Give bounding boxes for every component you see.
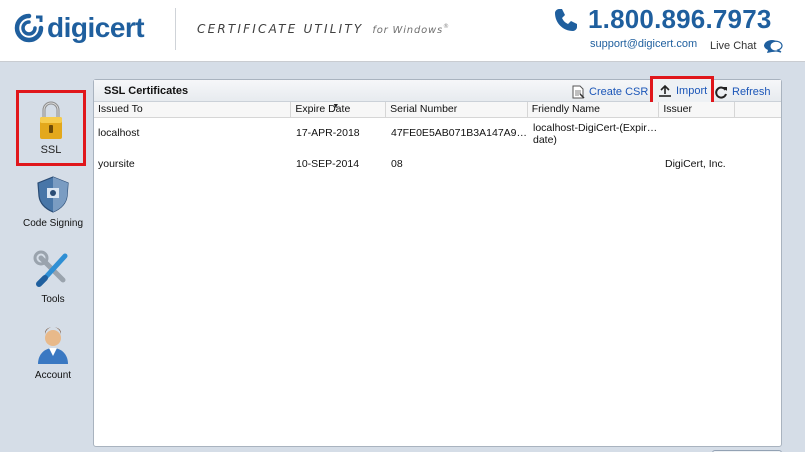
column-header-issuer[interactable]: Issuer bbox=[659, 102, 736, 117]
table-row[interactable]: localhost 17-APR-2018 47FE0E5AB071B3A147… bbox=[94, 118, 781, 156]
chat-bubble-icon bbox=[764, 40, 784, 53]
digicert-logo-icon bbox=[14, 13, 44, 43]
lock-icon-wrap bbox=[40, 101, 62, 144]
column-header-extra[interactable] bbox=[735, 102, 781, 117]
cell-friendly-name: localhost-DigiCert-(Expir… date) bbox=[529, 122, 661, 156]
sort-descending-icon: ▼ bbox=[332, 103, 340, 110]
sidebar-item-tools[interactable]: Tools bbox=[12, 250, 94, 310]
logo-text: digicert bbox=[47, 12, 145, 43]
live-chat-button[interactable]: Live Chat bbox=[710, 38, 784, 54]
create-csr-icon bbox=[572, 85, 585, 99]
table-row[interactable]: yoursite 10-SEP-2014 08 DigiCert, Inc. bbox=[94, 156, 781, 176]
app-header: digicert CERTIFICATE UTILITY for Windows… bbox=[0, 0, 805, 62]
sidebar-item-code-signing[interactable]: Code Signing bbox=[12, 174, 94, 234]
panel-title: SSL Certificates bbox=[104, 85, 189, 97]
lock-icon bbox=[40, 101, 62, 139]
upload-icon bbox=[659, 84, 671, 97]
registered-mark: ® bbox=[443, 23, 452, 30]
header-divider bbox=[175, 8, 176, 50]
refresh-label: Refresh bbox=[732, 86, 771, 98]
sidebar-item-ssl-label: SSL bbox=[40, 144, 62, 156]
shield-icon bbox=[37, 176, 69, 213]
cell-expire-date: 10-SEP-2014 bbox=[296, 158, 360, 170]
column-header-friendly-name[interactable]: Friendly Name bbox=[528, 102, 660, 117]
cell-issuer: DigiCert, Inc. bbox=[665, 158, 726, 170]
product-subtitle: for Windows bbox=[372, 25, 443, 36]
cell-issued-to: yoursite bbox=[98, 158, 135, 170]
phone-icon bbox=[555, 9, 577, 31]
panel-header: SSL Certificates Create CSR Import Refre… bbox=[94, 76, 781, 106]
cell-friendly-name bbox=[529, 158, 661, 176]
column-header-expire-date-label: Expire Date bbox=[295, 103, 351, 115]
cell-issued-to: localhost bbox=[98, 127, 140, 139]
product-title: CERTIFICATE UTILITY for Windows® bbox=[197, 22, 451, 36]
sidebar-item-code-signing-label: Code Signing bbox=[22, 218, 84, 229]
tools-icon bbox=[33, 250, 68, 287]
sidebar-item-account[interactable]: Account bbox=[12, 326, 94, 386]
support-email-link[interactable]: support@digicert.com bbox=[590, 38, 697, 50]
user-icon bbox=[38, 327, 68, 364]
import-label: Import bbox=[676, 85, 708, 97]
friendly-name-line-2: date) bbox=[533, 134, 557, 146]
certificates-table: Issued To ▼ Expire Date Serial Number Fr… bbox=[94, 102, 781, 176]
column-header-expire-date[interactable]: ▼ Expire Date bbox=[291, 102, 387, 117]
column-header-serial-number[interactable]: Serial Number bbox=[386, 102, 528, 117]
ssl-certificates-panel: SSL Certificates Create CSR Import Refre… bbox=[93, 76, 782, 447]
product-title-text: CERTIFICATE UTILITY bbox=[197, 22, 364, 36]
cell-serial-number: 08 bbox=[391, 158, 403, 170]
create-csr-button[interactable]: Create CSR bbox=[571, 82, 648, 102]
digicert-logo: digicert bbox=[14, 8, 145, 48]
cell-serial-number: 47FE0E5AB071B3A147A9… bbox=[391, 127, 528, 139]
sidebar-item-ssl[interactable]: SSL bbox=[16, 90, 86, 166]
column-header-issued-to[interactable]: Issued To bbox=[94, 102, 292, 117]
live-chat-label: Live Chat bbox=[710, 40, 757, 52]
cell-expire-date: 17-APR-2018 bbox=[296, 127, 360, 139]
create-csr-label: Create CSR bbox=[589, 86, 649, 98]
friendly-name-line-1: localhost-DigiCert-(Expir… bbox=[533, 122, 658, 134]
table-header: Issued To ▼ Expire Date Serial Number Fr… bbox=[94, 102, 781, 118]
refresh-button[interactable]: Refresh bbox=[715, 82, 771, 102]
sidebar-item-tools-label: Tools bbox=[41, 294, 65, 305]
refresh-icon bbox=[715, 86, 727, 98]
app-body: SSL Code Signing Tools Account SSL Certi… bbox=[0, 62, 805, 452]
support-phone: 1.800.896.7973 bbox=[588, 4, 772, 34]
sidebar-item-account-label: Account bbox=[34, 370, 72, 381]
cell-issuer bbox=[661, 127, 737, 156]
